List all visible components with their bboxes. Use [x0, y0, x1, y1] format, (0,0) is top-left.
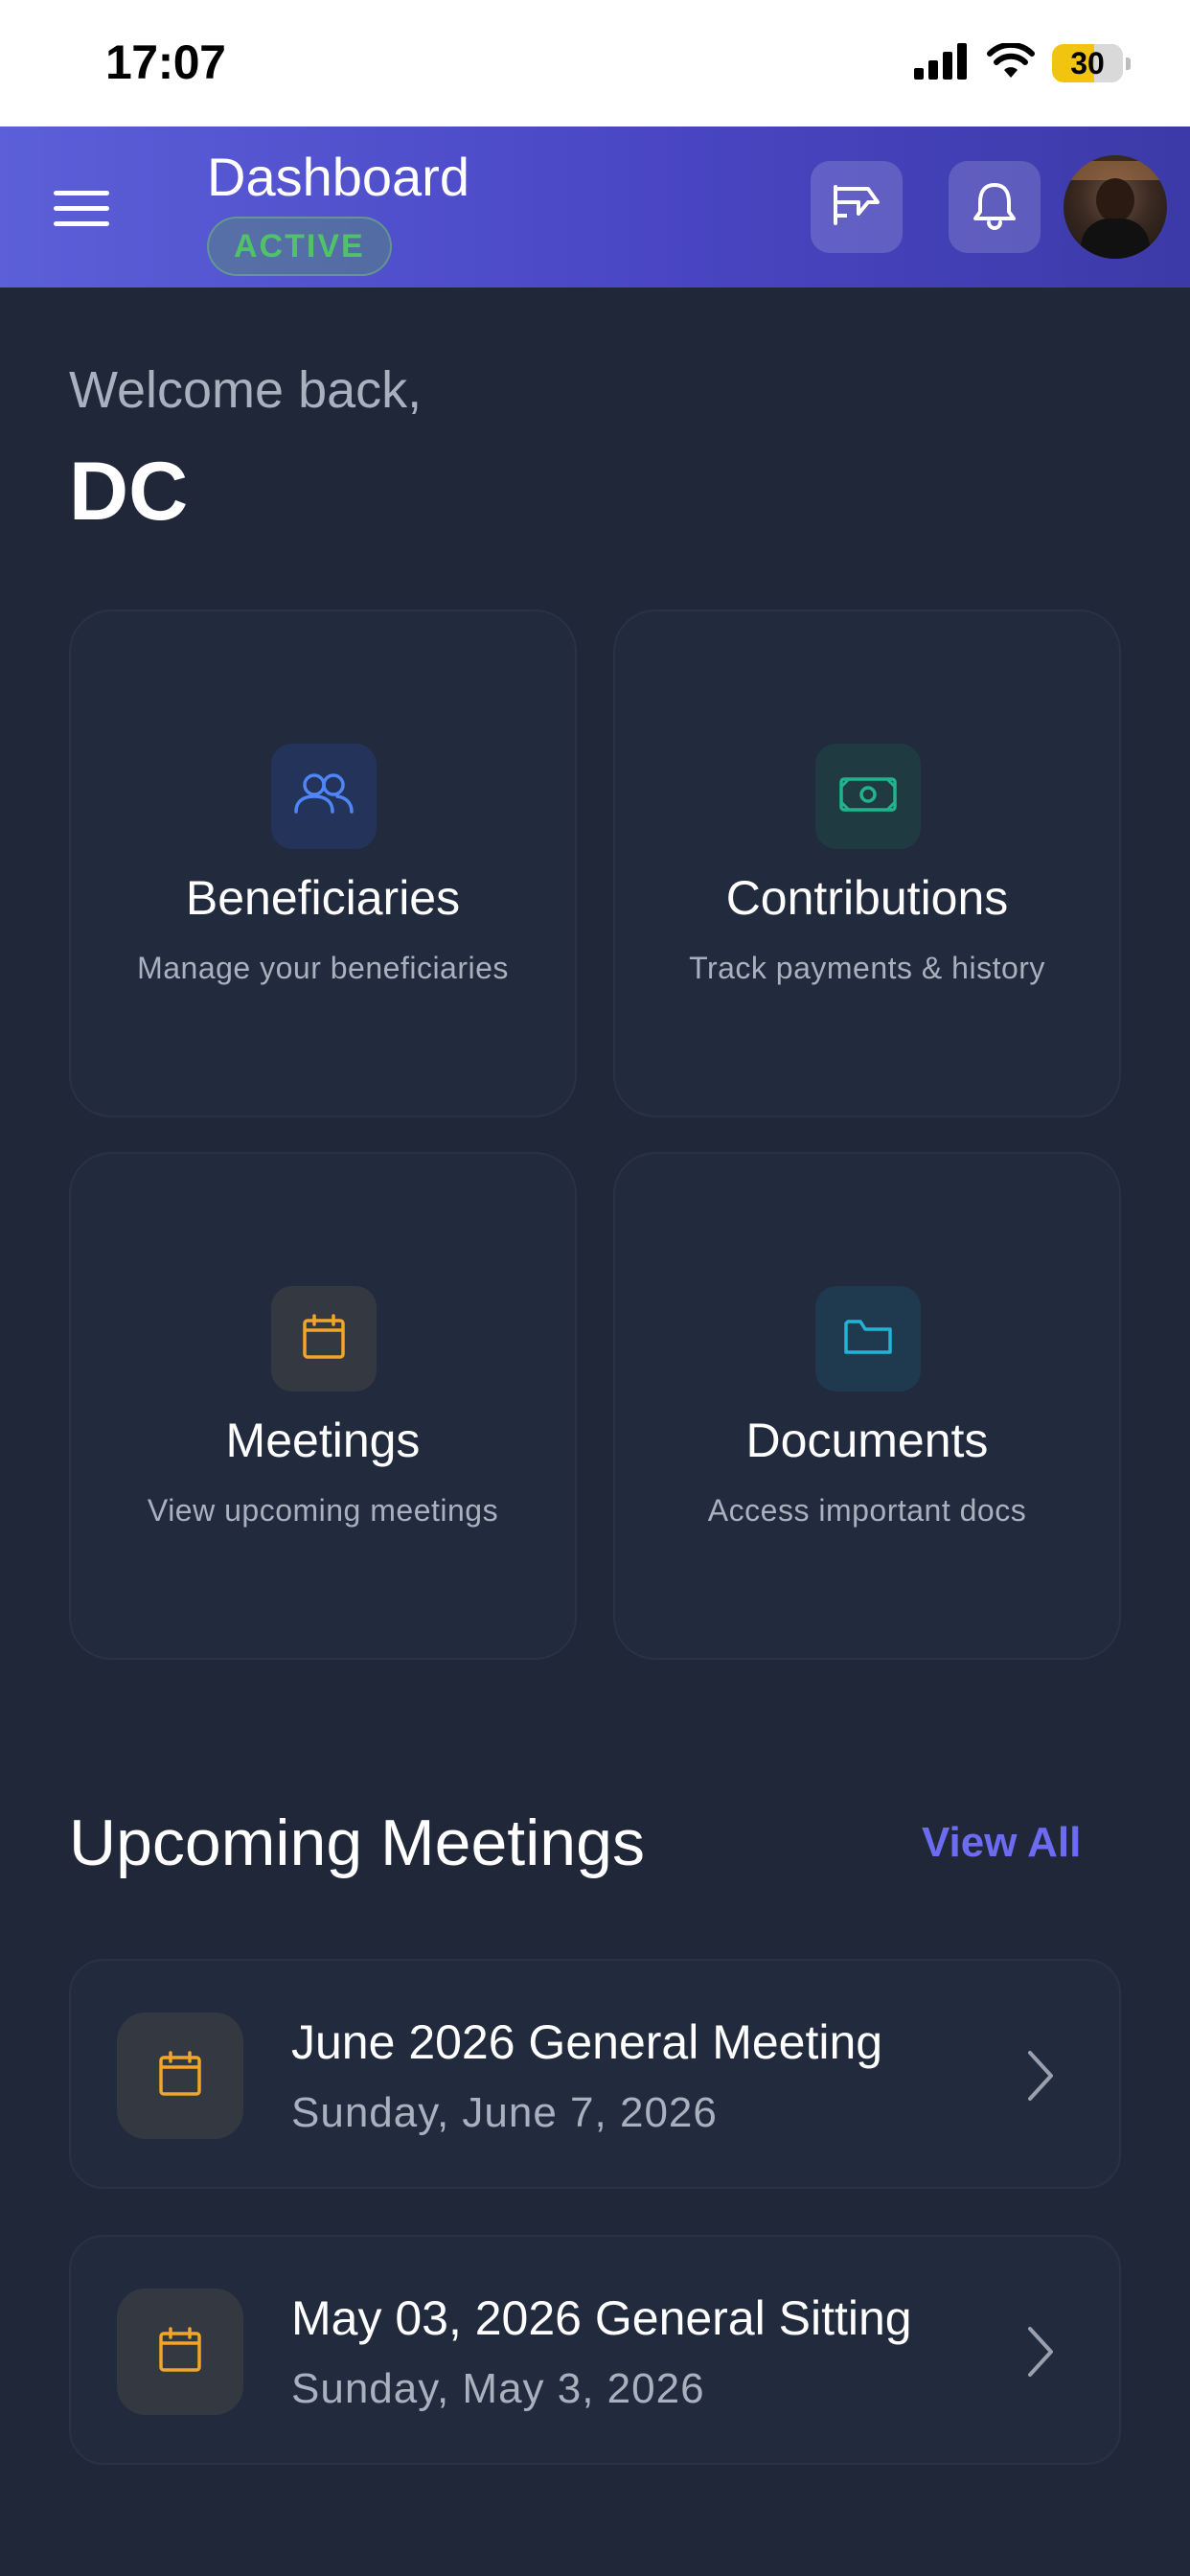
- battery-icon: 30: [1052, 44, 1131, 82]
- meeting-title: June 2026 General Meeting: [291, 2015, 883, 2069]
- menu-icon: [54, 190, 109, 196]
- card-title: Meetings: [225, 1414, 421, 1467]
- icon-tile: [271, 1286, 377, 1392]
- status-icons: 30: [914, 41, 1131, 84]
- status-time: 17:07: [105, 35, 226, 89]
- announcements-button[interactable]: [811, 161, 903, 253]
- chevron-right-icon: [1012, 2045, 1069, 2106]
- icon-tile: [117, 2288, 243, 2415]
- calendar-icon: [301, 1313, 347, 1366]
- battery-level: 30: [1070, 45, 1105, 80]
- menu-button[interactable]: [44, 174, 119, 242]
- documents-card[interactable]: Documents Access important docs: [613, 1152, 1121, 1660]
- bell-icon: [970, 179, 1019, 236]
- card-title: Contributions: [725, 871, 1009, 925]
- card-title: Beneficiaries: [185, 871, 461, 925]
- meeting-item[interactable]: May 03, 2026 General Sitting Sunday, May…: [69, 2235, 1121, 2465]
- view-all-link[interactable]: View All: [922, 1819, 1081, 1867]
- beneficiaries-card[interactable]: Beneficiaries Manage your beneficiaries: [69, 610, 577, 1117]
- chevron-right-icon: [1012, 2321, 1069, 2382]
- avatar[interactable]: [1064, 155, 1167, 259]
- icon-tile: [815, 1286, 921, 1392]
- icon-tile: [815, 744, 921, 849]
- meeting-item[interactable]: June 2026 General Meeting Sunday, June 7…: [69, 1959, 1121, 2189]
- card-description: Track payments & history: [689, 951, 1045, 985]
- folder-icon: [842, 1316, 894, 1363]
- contributions-card[interactable]: Contributions Track payments & history: [613, 610, 1121, 1117]
- wifi-icon: [987, 41, 1035, 84]
- signal-icon: [914, 42, 970, 84]
- calendar-icon: [157, 2326, 203, 2379]
- welcome-greeting: Welcome back,: [69, 361, 423, 419]
- user-name: DC: [69, 446, 189, 538]
- page-title: Dashboard: [207, 147, 469, 207]
- icon-tile: [117, 2012, 243, 2139]
- card-title: Documents: [745, 1414, 989, 1467]
- meeting-date: Sunday, June 7, 2026: [291, 2089, 718, 2136]
- icon-tile: [271, 744, 377, 849]
- section-title: Upcoming Meetings: [69, 1806, 645, 1879]
- megaphone-icon: [830, 181, 883, 234]
- card-description: View upcoming meetings: [147, 1493, 499, 1528]
- card-description: Access important docs: [707, 1493, 1027, 1528]
- meetings-card[interactable]: Meetings View upcoming meetings: [69, 1152, 577, 1660]
- status-bar: 17:07 30: [0, 0, 1190, 126]
- calendar-icon: [157, 2050, 203, 2103]
- meeting-date: Sunday, May 3, 2026: [291, 2365, 705, 2412]
- card-description: Manage your beneficiaries: [137, 951, 509, 985]
- users-icon: [293, 771, 355, 822]
- status-badge: ACTIVE: [207, 217, 392, 276]
- meeting-title: May 03, 2026 General Sitting: [291, 2291, 912, 2345]
- notifications-button[interactable]: [949, 161, 1041, 253]
- money-icon: [838, 775, 898, 818]
- app-header: Dashboard ACTIVE: [0, 126, 1190, 288]
